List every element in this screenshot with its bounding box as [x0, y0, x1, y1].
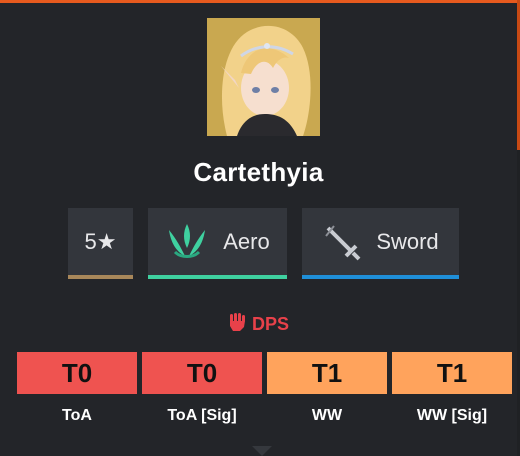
element-underline [148, 275, 287, 279]
tooltip-pointer [252, 446, 272, 456]
sword-icon [322, 222, 362, 262]
tier-value-toa: T0 [17, 352, 137, 394]
fist-icon [228, 312, 246, 337]
element-label: Aero [223, 228, 270, 254]
character-portrait [207, 18, 320, 136]
tier-label-toa-sig: ToA [Sig] [167, 407, 237, 424]
element-chip: Aero [148, 208, 287, 279]
rarity-chip: 5★ [68, 208, 133, 279]
character-name: Cartethyia [193, 157, 324, 187]
tier-label-toa: ToA [62, 407, 92, 424]
weapon-underline [302, 275, 459, 279]
weapon-chip: Sword [302, 208, 459, 279]
tier-value-toa-sig: T0 [142, 352, 262, 394]
aero-icon [165, 222, 209, 262]
character-tooltip-card: Cartethyia 5★ Aero Sword DPS T0 T0 T1 T1… [0, 3, 517, 456]
tier-value-ww-sig: T1 [392, 352, 512, 394]
tier-label-ww: WW [311, 407, 343, 424]
tier-label-ww-sig: WW [Sig] [416, 407, 488, 424]
role-label: DPS [251, 314, 289, 334]
rarity-label: 5★ [84, 228, 117, 254]
role-badge: DPS [0, 312, 517, 337]
tier-value-ww: T1 [267, 352, 387, 394]
weapon-label: Sword [376, 228, 439, 254]
rarity-underline [68, 275, 133, 279]
